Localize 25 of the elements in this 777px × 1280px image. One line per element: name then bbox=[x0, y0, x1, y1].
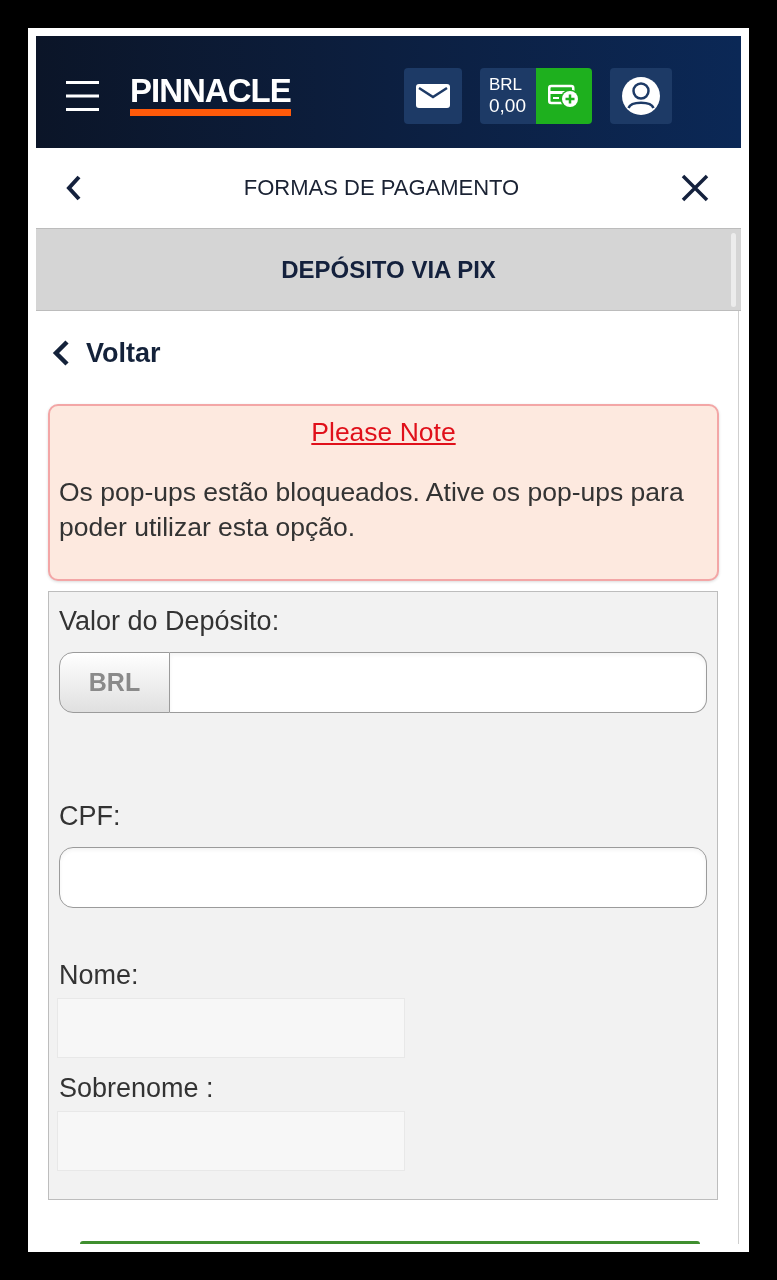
chevron-left-icon bbox=[52, 340, 70, 366]
field-label: Sobrenome : bbox=[59, 1073, 214, 1103]
currency-addon: BRL bbox=[59, 652, 170, 713]
section-title: DEPÓSITO VIA PIX bbox=[281, 254, 496, 285]
profile-button[interactable] bbox=[610, 68, 672, 124]
mail-button[interactable] bbox=[404, 68, 462, 124]
field-label: CPF: bbox=[59, 801, 121, 831]
amount-field[interactable] bbox=[170, 652, 707, 713]
card-plus-icon bbox=[548, 83, 580, 109]
currency-label: BRL bbox=[489, 75, 523, 95]
back-icon[interactable] bbox=[66, 175, 82, 201]
field-label: Nome: bbox=[59, 960, 139, 990]
deposit-button[interactable] bbox=[536, 68, 592, 124]
back-link[interactable]: Voltar bbox=[52, 339, 161, 367]
logo[interactable]: PINNACLE bbox=[130, 76, 291, 116]
notice-message: Os pop-ups estão bloqueados. Ative os pop-ups para poder utilizar esta opção. bbox=[59, 476, 685, 544]
input-field[interactable] bbox=[59, 847, 707, 908]
field-label: Valor do Depósito: bbox=[59, 606, 280, 636]
user-icon bbox=[622, 77, 660, 115]
notice-title: Please Note bbox=[311, 417, 456, 447]
menu-icon[interactable] bbox=[66, 81, 99, 111]
close-icon[interactable] bbox=[681, 174, 709, 202]
page-title: FORMAS DE PAGAMENTO bbox=[243, 174, 520, 202]
balance-amount: 0,00 bbox=[489, 95, 526, 117]
envelope-icon bbox=[416, 84, 450, 108]
